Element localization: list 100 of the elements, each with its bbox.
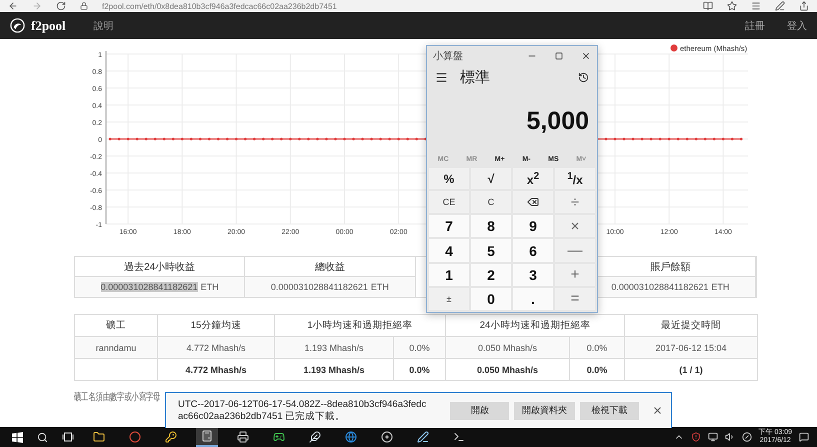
favorite-icon[interactable]	[727, 1, 737, 11]
data-point	[694, 138, 698, 140]
data-point	[361, 138, 364, 140]
nav-link[interactable]: 說明	[94, 18, 114, 32]
monitor-icon[interactable]	[708, 432, 718, 442]
key-icon[interactable]	[165, 431, 177, 443]
calculator-key[interactable]: $^{1}$/x	[555, 168, 595, 190]
column-header: 1小時均速和過期拒絕率	[274, 314, 446, 336]
feather-icon[interactable]	[309, 431, 321, 443]
mode-title: 標準	[460, 68, 491, 87]
close-icon[interactable]	[581, 51, 591, 61]
share-icon[interactable]	[799, 1, 809, 11]
data-point	[235, 138, 238, 140]
data-point	[316, 138, 319, 140]
data-point	[307, 138, 310, 140]
table-cell: 0.0%	[570, 358, 625, 380]
shield-icon[interactable]	[690, 432, 701, 442]
calculator-key[interactable]: +	[555, 264, 595, 286]
disc-icon[interactable]	[381, 431, 393, 443]
refresh-icon[interactable]	[56, 1, 66, 11]
globe-icon[interactable]	[345, 431, 357, 443]
data-point	[379, 138, 382, 140]
maximize-icon[interactable]	[555, 52, 563, 60]
calculator-key[interactable]: .	[513, 288, 553, 310]
data-point	[298, 138, 301, 140]
data-point	[370, 138, 373, 140]
brand-name[interactable]: f2pool	[31, 18, 66, 34]
speaker-icon[interactable]	[724, 432, 735, 442]
nav-link[interactable]: 註冊	[745, 18, 765, 32]
data-point	[640, 138, 644, 140]
menu-icon[interactable]	[435, 71, 448, 84]
data-point	[334, 138, 337, 140]
close-button[interactable]	[652, 405, 663, 416]
pen-icon[interactable]	[775, 1, 785, 11]
search-icon[interactable]	[37, 432, 48, 442]
calculator-key[interactable]: ×	[555, 215, 595, 238]
calculator-key[interactable]: x$^{2}$	[513, 168, 553, 190]
column-header: 最近提交時間	[624, 314, 758, 336]
download-action-button[interactable]: 開啟	[450, 402, 510, 420]
calculator-key[interactable]: 0	[471, 288, 511, 310]
data-point	[190, 138, 192, 140]
data-point	[208, 138, 211, 140]
calculator-key[interactable]: %	[429, 168, 469, 190]
printer-icon[interactable]	[237, 431, 249, 443]
lock-icon	[80, 2, 88, 10]
calculator-icon[interactable]	[201, 430, 213, 442]
calculator-key[interactable]: —	[555, 239, 595, 262]
nav-link[interactable]: 登入	[787, 18, 807, 32]
data-point	[271, 138, 274, 140]
calculator-key[interactable]: 6	[513, 239, 553, 262]
calculator-key[interactable]: 8	[471, 215, 511, 238]
swirl-logo-icon[interactable]	[10, 18, 25, 33]
data-point	[244, 138, 247, 140]
calculator-key[interactable]: =	[555, 288, 595, 310]
calculator-key[interactable]: 7	[429, 215, 469, 238]
data-point	[126, 138, 130, 140]
download-action-button[interactable]: 開啟資料夾	[514, 402, 576, 420]
calculator-key[interactable]: 9	[513, 215, 553, 238]
data-point	[180, 138, 184, 140]
calculator-key[interactable]: 1	[429, 264, 469, 286]
task-view-icon[interactable]	[62, 432, 74, 442]
calculator-key[interactable]: 2	[471, 264, 511, 286]
data-point	[704, 138, 706, 140]
backspace-icon	[527, 196, 539, 208]
data-point	[343, 138, 346, 140]
data-point	[325, 138, 328, 140]
table-cell: 2017-06-12 15:04	[624, 336, 758, 358]
circle-slash-icon[interactable]	[742, 432, 752, 442]
data-point	[632, 138, 634, 140]
folder-icon[interactable]	[93, 431, 105, 443]
data-point	[118, 138, 120, 140]
menu-icon[interactable]	[751, 1, 761, 11]
reading-view-icon[interactable]	[703, 1, 713, 11]
calculator-key[interactable]: 3	[513, 264, 553, 286]
terminal-icon[interactable]	[453, 431, 465, 443]
data-point	[712, 138, 716, 140]
column-header: 24小時均速和過期拒絕率	[446, 314, 625, 336]
pen-icon[interactable]	[417, 431, 429, 443]
back-icon[interactable]	[8, 1, 18, 11]
backspace-button[interactable]	[513, 191, 553, 214]
windows-logo-icon[interactable]	[12, 432, 23, 442]
calculator-key[interactable]: C	[471, 191, 511, 214]
data-point	[415, 138, 418, 140]
history-icon[interactable]	[578, 72, 589, 83]
gamepad-icon[interactable]	[273, 431, 285, 443]
download-action-button[interactable]: 檢視下載	[580, 402, 639, 420]
calculator-key[interactable]: ÷	[555, 191, 595, 214]
currency-unit: ETH	[370, 282, 389, 292]
calculator-key[interactable]: √	[471, 168, 511, 190]
data-point	[668, 138, 670, 140]
calculator-key[interactable]: 4	[429, 239, 469, 262]
data-point	[730, 138, 734, 140]
calculator-key[interactable]: 5	[471, 239, 511, 262]
calculator-key[interactable]: ±	[429, 288, 469, 310]
table-cell: (1 / 1)	[624, 358, 758, 380]
currency-unit: ETH	[711, 282, 730, 292]
calculator-key[interactable]: CE	[429, 191, 469, 214]
notifications-icon[interactable]	[799, 432, 809, 442]
table-cell: 0.0%	[394, 336, 446, 358]
circle-icon[interactable]	[129, 431, 141, 443]
